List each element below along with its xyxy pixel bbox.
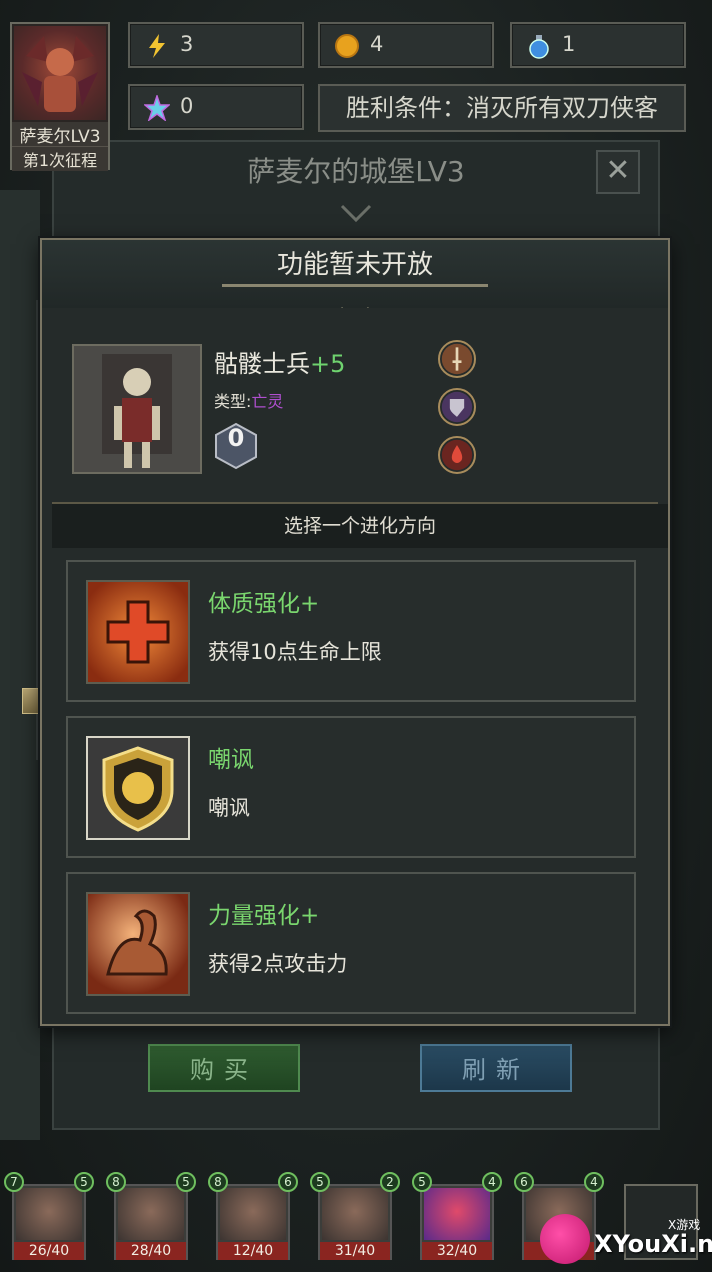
unit-hp: 28/40 bbox=[116, 1242, 186, 1260]
star-gem-icon bbox=[144, 95, 170, 121]
blood-drop-slot-icon[interactable] bbox=[438, 436, 476, 474]
unit-badge: 6 bbox=[514, 1172, 534, 1192]
unit-card: 骷髅士兵+5 类型:亡灵 0 bbox=[52, 308, 658, 504]
close-button[interactable]: ✕ bbox=[596, 150, 640, 194]
energy-stat: 3 bbox=[128, 22, 304, 68]
unit-badge: 4 bbox=[482, 1172, 502, 1192]
potion-value: 1 bbox=[562, 32, 576, 56]
hero-name: 萨麦尔LV3 bbox=[12, 122, 108, 147]
shield-slot-icon[interactable] bbox=[438, 388, 476, 426]
unit-face-icon bbox=[16, 1188, 82, 1240]
option-desc: 嘲讽 bbox=[208, 796, 250, 820]
watermark-text: XYouXi.net bbox=[594, 1230, 712, 1258]
hero-avatar[interactable]: 萨麦尔LV3 第1次征程 bbox=[10, 22, 110, 171]
option-desc: 获得10点生命上限 bbox=[208, 640, 382, 664]
dialog-header: 功能暂未开放 bbox=[42, 240, 668, 308]
unit-badge: 7 bbox=[4, 1172, 24, 1192]
roster-unit[interactable]: 32/40 bbox=[420, 1184, 494, 1260]
option-strength[interactable]: 力量强化+ 获得2点攻击力 bbox=[66, 872, 636, 1014]
unit-type-value: 亡灵 bbox=[251, 392, 284, 411]
unit-hp: 32/40 bbox=[422, 1242, 492, 1260]
unit-face-icon bbox=[220, 1188, 286, 1240]
unit-type-label: 类型: bbox=[214, 392, 252, 411]
gold-stat: 4 bbox=[318, 22, 494, 68]
unit-hp: 31/40 bbox=[320, 1242, 390, 1260]
unit-count: 0 bbox=[227, 424, 245, 452]
victory-condition: 胜利条件：消灭所有双刀侠客 bbox=[318, 84, 686, 132]
gem-stat: 0 bbox=[128, 84, 304, 130]
roster-unit[interactable]: 31/40 bbox=[318, 1184, 392, 1260]
option-taunt[interactable]: 嘲讽 嘲讽 bbox=[66, 716, 636, 858]
option-title: 体质强化+ bbox=[208, 591, 320, 617]
game-screen: 萨麦尔的城堡LV3 ✕ 购买 刷新 萨麦尔LV3 第1次征程 3 4 1 0 胜… bbox=[0, 0, 712, 1272]
unit-badge: 5 bbox=[176, 1172, 196, 1192]
expedition-count: 第1次征程 bbox=[12, 146, 108, 171]
unit-badge: 6 bbox=[278, 1172, 298, 1192]
option-title: 嘲讽 bbox=[208, 747, 254, 773]
unit-face-icon bbox=[118, 1188, 184, 1240]
sword-slot-icon[interactable] bbox=[438, 340, 476, 378]
chevron-down-icon bbox=[340, 204, 372, 223]
roster-unit[interactable]: 26/40 bbox=[12, 1184, 86, 1260]
coin-icon bbox=[335, 34, 359, 58]
roster-unit[interactable]: 12/40 bbox=[216, 1184, 290, 1260]
unit-badge: 5 bbox=[412, 1172, 432, 1192]
option-title: 力量强化+ bbox=[208, 903, 320, 929]
skeleton-portrait-icon bbox=[72, 344, 202, 474]
unit-badge: 8 bbox=[208, 1172, 228, 1192]
option-constitution[interactable]: 体质强化+ 获得10点生命上限 bbox=[66, 560, 636, 702]
gem-value: 0 bbox=[180, 94, 194, 118]
unit-face-icon bbox=[424, 1188, 490, 1240]
unit-badge: 4 bbox=[584, 1172, 604, 1192]
header-divider bbox=[222, 284, 488, 287]
gold-value: 4 bbox=[370, 32, 384, 56]
unit-badge: 5 bbox=[310, 1172, 330, 1192]
unit-hp: 26/40 bbox=[14, 1242, 84, 1260]
unit-badge: 2 bbox=[380, 1172, 400, 1192]
buy-button[interactable]: 购买 bbox=[148, 1044, 300, 1092]
roster-unit[interactable]: 28/40 bbox=[114, 1184, 188, 1260]
unit-face-icon bbox=[322, 1188, 388, 1240]
lion-shield-icon bbox=[86, 736, 190, 840]
background-side-panel bbox=[0, 190, 40, 1140]
castle-title: 萨麦尔的城堡LV3 bbox=[247, 155, 465, 188]
cross-icon bbox=[86, 580, 190, 684]
unit-badge: 8 bbox=[106, 1172, 126, 1192]
flexed-arm-icon bbox=[86, 892, 190, 996]
choose-direction-label: 选择一个进化方向 bbox=[52, 504, 668, 548]
unit-name: 骷髅士兵+5 bbox=[214, 344, 345, 379]
unit-level-plus: +5 bbox=[310, 350, 346, 378]
potion-stat: 1 bbox=[510, 22, 686, 68]
evolution-dialog: 功能暂未开放 骷髅士兵+5 类型:亡灵 0 选择一个进化方向 体质强化+ 获得1… bbox=[40, 238, 670, 1026]
potion-icon bbox=[529, 35, 549, 59]
energy-value: 3 bbox=[180, 32, 194, 56]
unit-badge: 5 bbox=[74, 1172, 94, 1192]
unit-name-text: 骷髅士兵 bbox=[214, 350, 310, 378]
option-desc: 获得2点攻击力 bbox=[208, 952, 348, 976]
unit-type: 类型:亡灵 bbox=[214, 388, 283, 412]
gamepad-logo-icon bbox=[540, 1214, 590, 1264]
dialog-title: 功能暂未开放 bbox=[276, 250, 433, 280]
unit-hp: 12/40 bbox=[218, 1242, 288, 1260]
refresh-button[interactable]: 刷新 bbox=[420, 1044, 572, 1092]
lightning-icon bbox=[149, 34, 165, 58]
watermark: X游戏 XYouXi.net bbox=[540, 1210, 712, 1272]
demon-portrait-icon bbox=[14, 26, 106, 120]
